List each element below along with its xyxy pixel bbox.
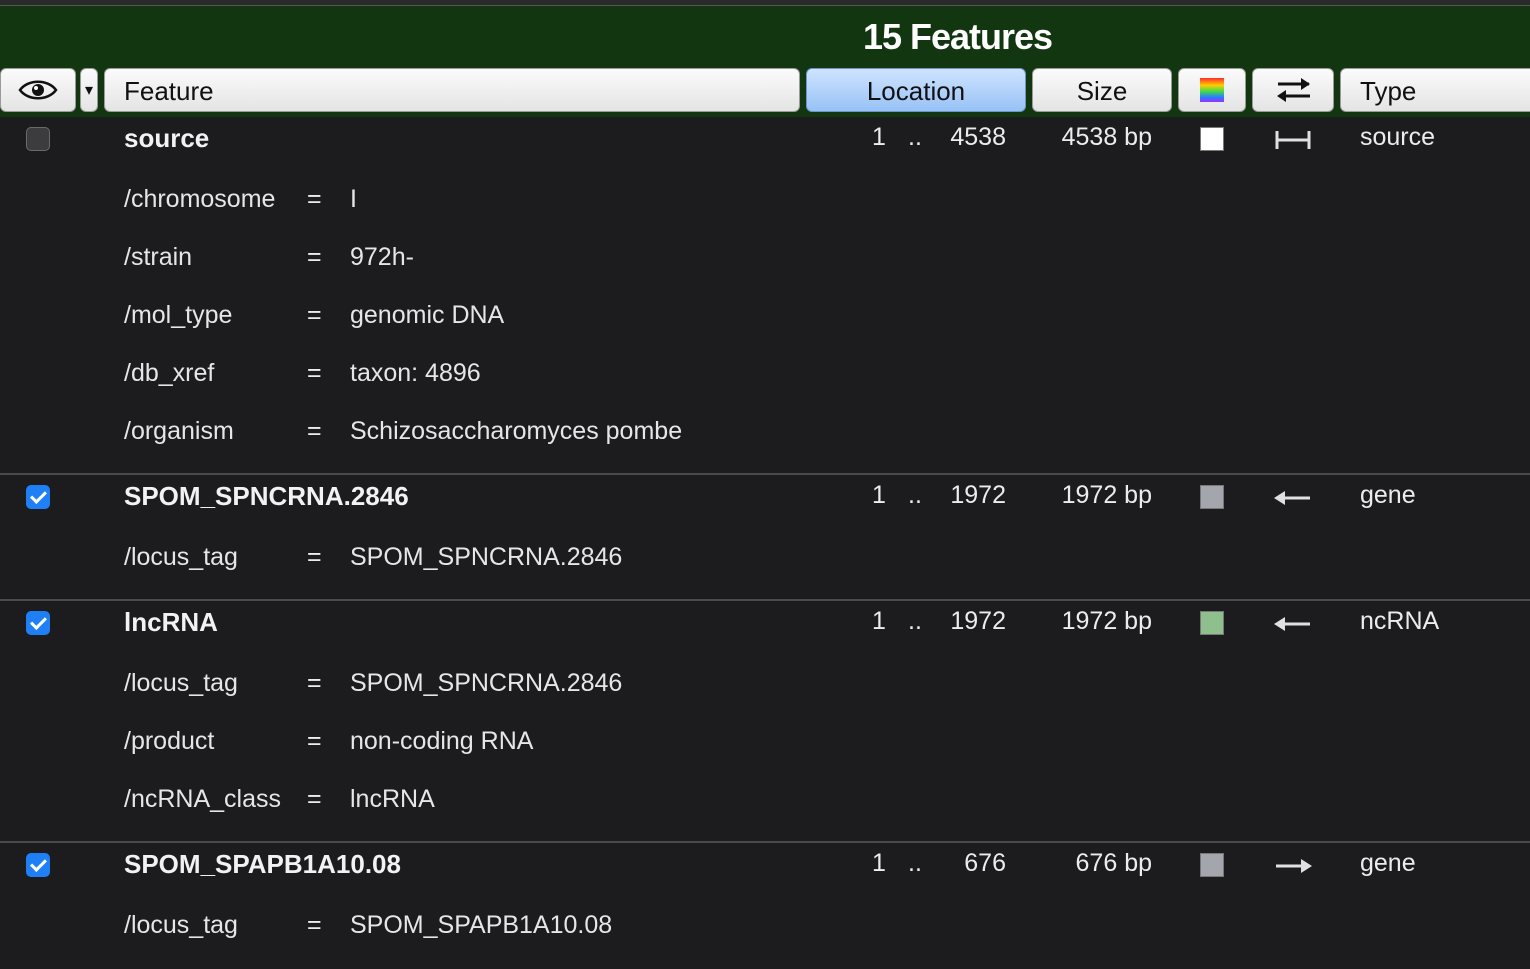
location-end: 1972 xyxy=(950,481,1006,509)
feature-column-label: Feature xyxy=(124,76,214,106)
qualifier-equals: = xyxy=(307,669,322,697)
qualifier-equals: = xyxy=(307,417,322,445)
feature-column-header[interactable]: Feature xyxy=(104,68,800,112)
location-separator: .. xyxy=(908,123,922,151)
qualifier-key: /chromosome xyxy=(124,185,276,213)
location-start: 1 xyxy=(872,123,886,151)
feature-name[interactable]: SPOM_SPNCRNA.2846 xyxy=(124,481,409,512)
feature-visibility-checkbox[interactable] xyxy=(26,127,50,151)
location-start: 1 xyxy=(872,849,886,877)
color-palette-icon xyxy=(1200,78,1224,102)
qualifier-value: taxon: 4896 xyxy=(350,359,481,387)
feature-type: ncRNA xyxy=(1360,607,1440,635)
qualifier-equals: = xyxy=(307,243,322,271)
feature-size: 1972 bp xyxy=(1061,607,1152,635)
location-end: 1972 xyxy=(950,607,1006,635)
feature-row[interactable]: source 1.. 4538 4538 bp source/chromosome = I /… xyxy=(0,117,1530,475)
eye-icon xyxy=(18,80,58,100)
feature-visibility-checkbox[interactable] xyxy=(26,853,50,877)
arrow-right-icon xyxy=(1276,859,1312,873)
feature-type: gene xyxy=(1360,481,1416,509)
qualifier-key: /strain xyxy=(124,243,193,271)
location-end: 4538 xyxy=(950,123,1006,151)
size-column-header[interactable]: Size xyxy=(1032,68,1172,112)
feature-count-title: 15 Features xyxy=(862,16,1053,57)
feature-row[interactable]: SPOM_SPAPB1A10.08 1.. 676 676 bp gene/locus_… xyxy=(0,843,1530,969)
direction-column-header[interactable] xyxy=(1252,68,1334,112)
feature-name[interactable]: SPOM_SPAPB1A10.08 xyxy=(124,849,401,880)
arrow-left-icon xyxy=(1274,617,1310,631)
bidirectional-span-icon xyxy=(1275,131,1311,149)
location-separator: .. xyxy=(908,607,922,635)
feature-color-swatch[interactable] xyxy=(1200,127,1224,151)
qualifier-value: Schizosaccharomyces pombe xyxy=(350,417,683,445)
qualifier-value: SPOM_SPNCRNA.2846 xyxy=(350,543,623,571)
qualifier-value: 972h- xyxy=(350,243,414,271)
qualifier-key: /product xyxy=(124,727,215,755)
qualifier-value: lncRNA xyxy=(350,785,435,813)
feature-name[interactable]: lncRNA xyxy=(124,607,218,638)
qualifier-key: /mol_type xyxy=(124,301,233,329)
qualifier-key: /db_xref xyxy=(124,359,215,387)
feature-size: 676 bp xyxy=(1075,849,1152,877)
column-header-bar: ▾ Feature Location Size Type xyxy=(0,62,1530,117)
arrow-left-icon xyxy=(1274,491,1310,505)
visibility-toggle-button[interactable] xyxy=(0,68,76,112)
location-start: 1 xyxy=(872,481,886,509)
chevron-down-icon: ▾ xyxy=(84,82,94,99)
qualifier-key: /locus_tag xyxy=(124,911,238,939)
qualifier-key: /locus_tag xyxy=(124,669,238,697)
qualifier-key: /organism xyxy=(124,417,234,445)
location-separator: .. xyxy=(908,849,922,877)
feature-size: 4538 bp xyxy=(1061,123,1152,151)
qualifier-equals: = xyxy=(307,359,322,387)
feature-color-swatch[interactable] xyxy=(1200,853,1224,877)
feature-color-swatch[interactable] xyxy=(1200,611,1224,635)
feature-color-swatch[interactable] xyxy=(1200,485,1224,509)
color-column-header[interactable] xyxy=(1178,68,1246,112)
qualifier-equals: = xyxy=(307,727,322,755)
qualifier-equals: = xyxy=(307,911,322,939)
type-column-header[interactable]: Type xyxy=(1340,68,1530,112)
location-column-header[interactable]: Location xyxy=(806,68,1026,112)
qualifier-equals: = xyxy=(307,543,322,571)
feature-name[interactable]: source xyxy=(124,123,209,154)
qualifier-equals: = xyxy=(307,185,322,213)
location-column-label: Location xyxy=(866,76,966,106)
visibility-dropdown-button[interactable]: ▾ xyxy=(80,68,98,112)
swap-arrows-icon xyxy=(1277,78,1310,102)
feature-type: gene xyxy=(1360,849,1416,877)
feature-row[interactable]: SPOM_SPNCRNA.2846 1.. 1972 1972 bp gene/locu… xyxy=(0,475,1530,601)
location-start: 1 xyxy=(872,607,886,635)
feature-type: source xyxy=(1360,123,1436,151)
feature-visibility-checkbox[interactable] xyxy=(26,485,50,509)
qualifier-value: non-coding RNA xyxy=(350,727,534,755)
location-end: 676 xyxy=(964,849,1006,877)
feature-visibility-checkbox[interactable] xyxy=(26,611,50,635)
qualifier-key: /ncRNA_class xyxy=(124,785,281,813)
feature-row[interactable]: lncRNA 1.. 1972 1972 bp ncRNA/locus_tag = SPOM… xyxy=(0,601,1530,843)
location-separator: .. xyxy=(908,481,922,509)
qualifier-equals: = xyxy=(307,785,322,813)
qualifier-key: /locus_tag xyxy=(124,543,238,571)
qualifier-value: I xyxy=(350,185,357,213)
size-column-label: Size xyxy=(1076,76,1128,106)
feature-size: 1972 bp xyxy=(1061,481,1152,509)
qualifier-value: genomic DNA xyxy=(350,301,505,329)
qualifier-value: SPOM_SPAPB1A10.08 xyxy=(350,911,613,939)
qualifier-value: SPOM_SPNCRNA.2846 xyxy=(350,669,623,697)
qualifier-equals: = xyxy=(307,301,322,329)
type-column-label: Type xyxy=(1360,76,1417,106)
